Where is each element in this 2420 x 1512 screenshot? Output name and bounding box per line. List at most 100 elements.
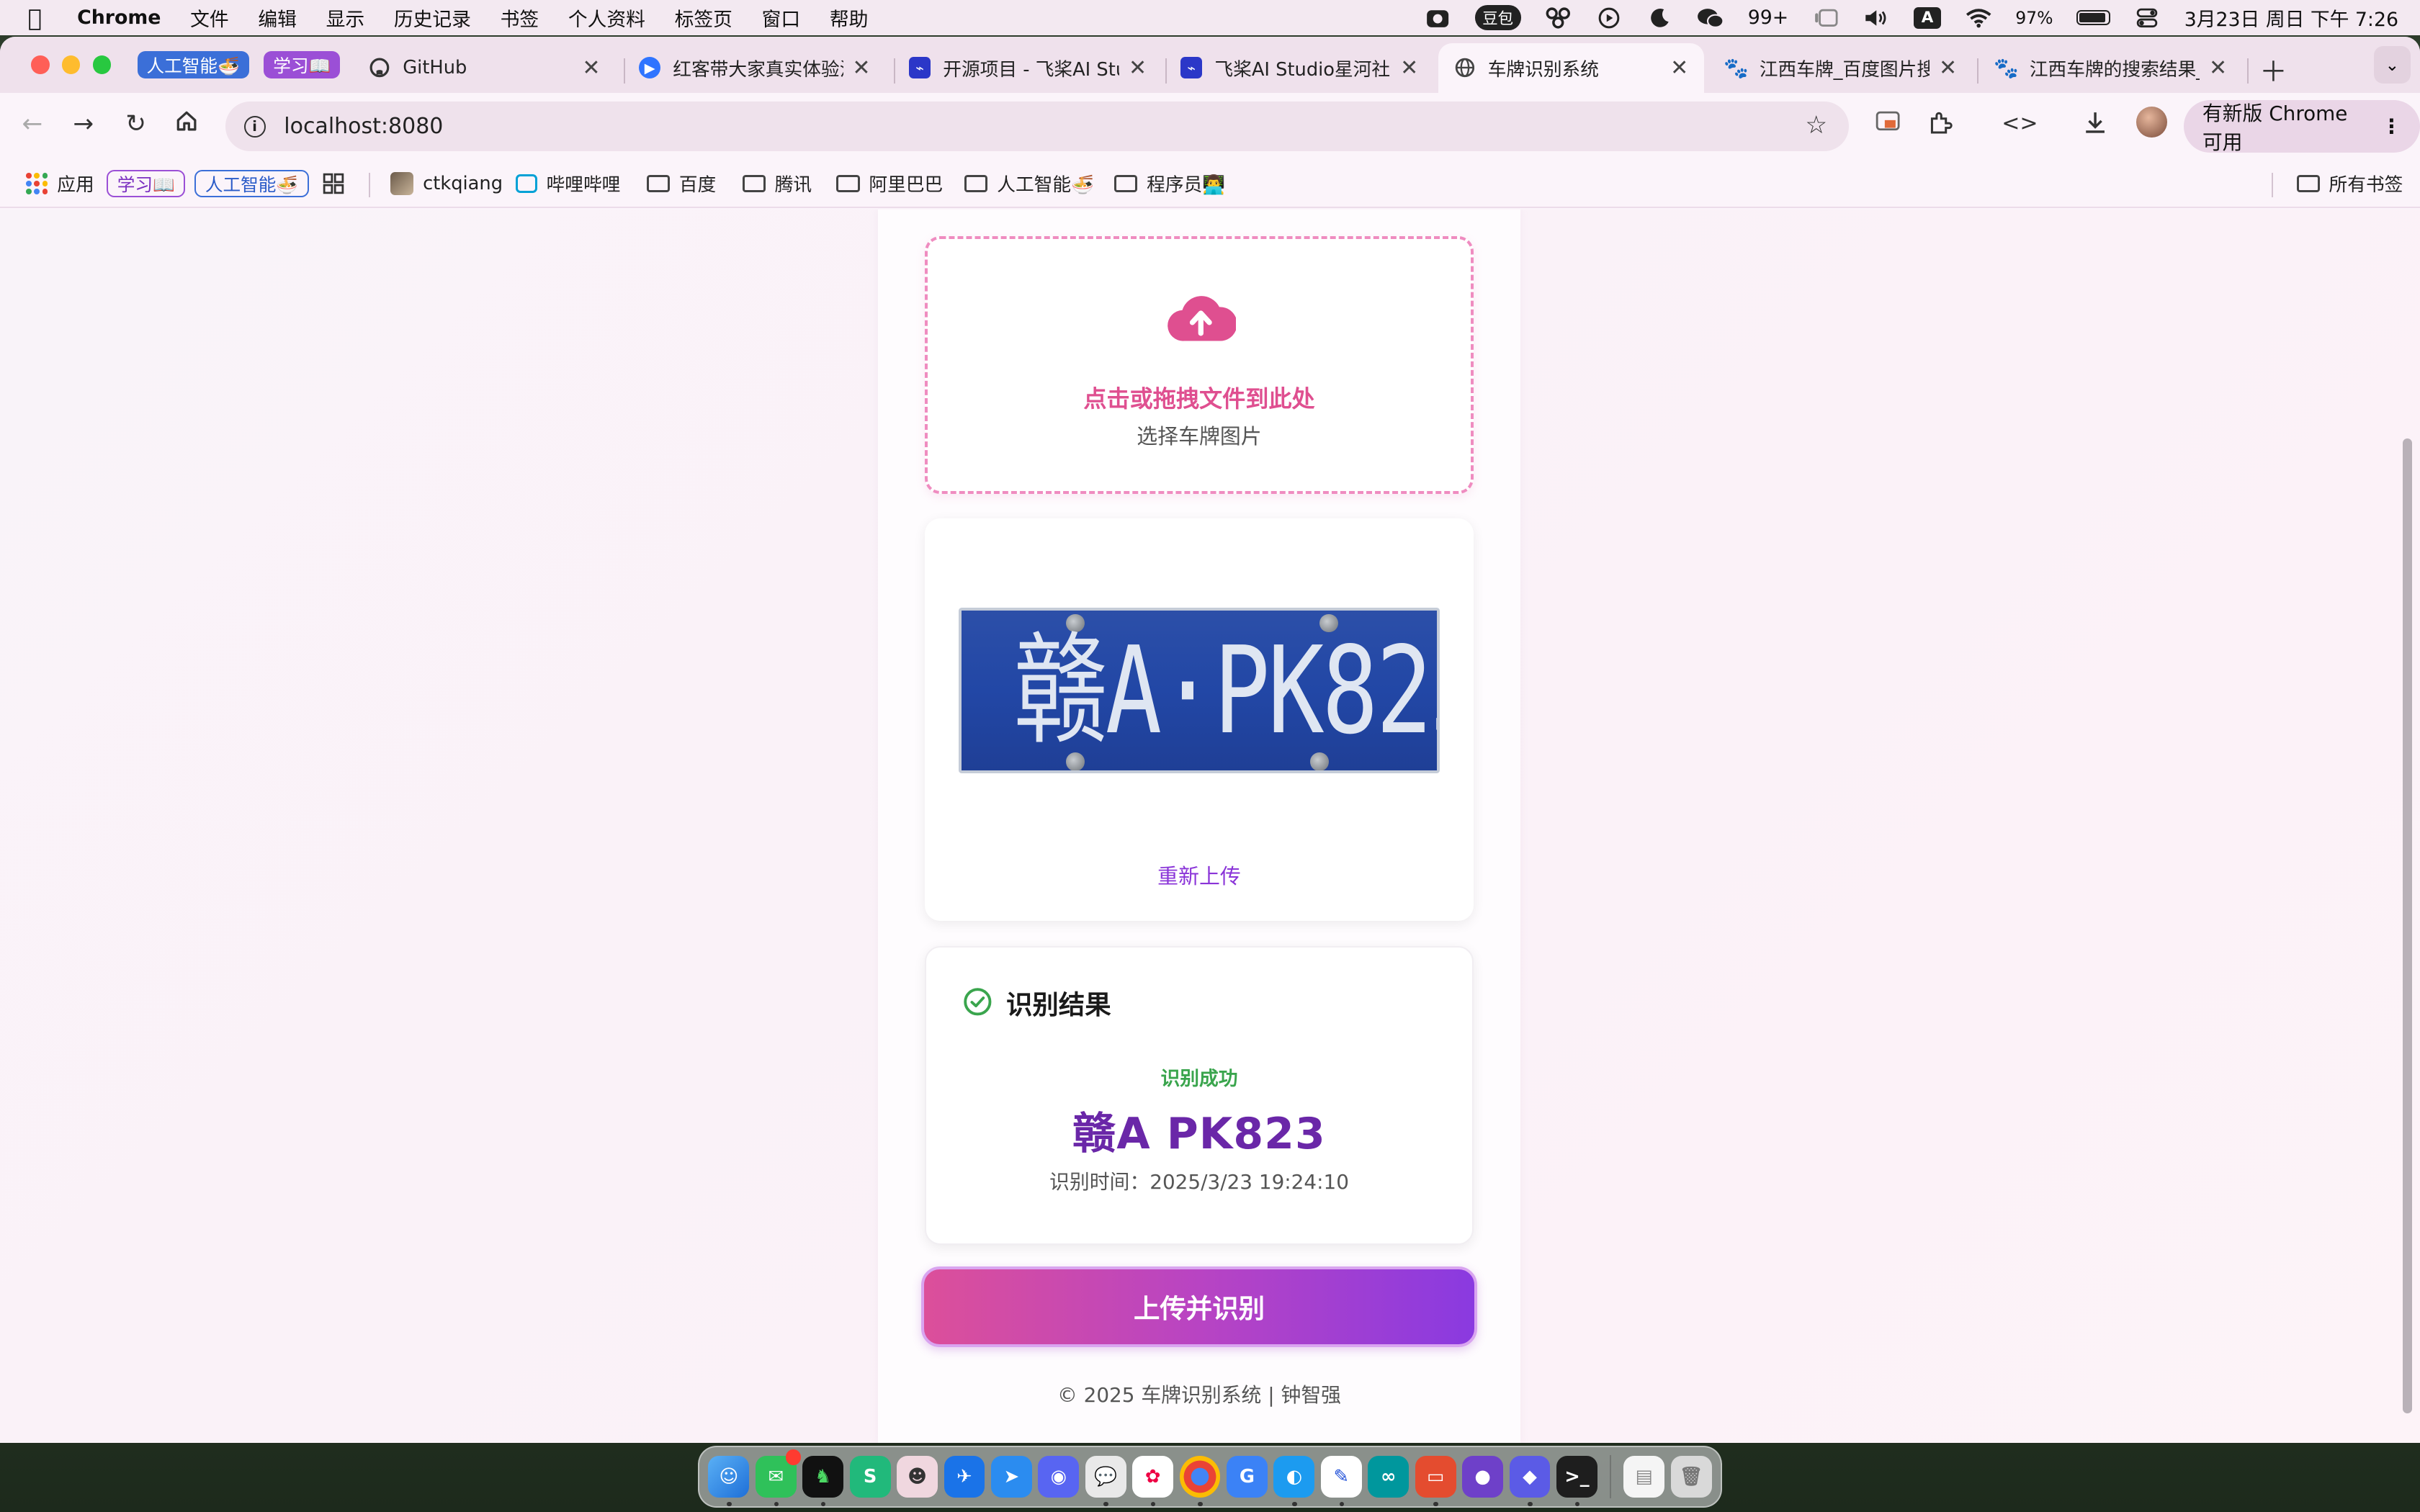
document-icon[interactable]: ▤ [1623, 1455, 1665, 1498]
more-menu-icon[interactable]: ⋮ [2381, 114, 2401, 138]
bookmark-group-study[interactable]: 学习📖 [106, 169, 186, 198]
tab-baidu-search[interactable]: 🐾 江西车牌的搜索结果_百 ✕ [1980, 43, 2242, 93]
app-s-icon[interactable]: S [849, 1455, 891, 1498]
bookmark-all[interactable]: 所有书签 [2296, 168, 2403, 199]
tab-plate-system[interactable]: 车牌识别系统 ✕ [1438, 42, 1704, 93]
address-bar[interactable]: i localhost:8080 ☆ [225, 102, 1850, 151]
menu-profiles[interactable]: 个人资料 [568, 4, 645, 32]
bookmark-apps[interactable]: 应用 [26, 168, 94, 199]
menu-tabs[interactable]: 标签页 [675, 4, 732, 32]
finder-icon[interactable]: ☺ [708, 1455, 750, 1507]
upload-dropzone[interactable]: 点击或拖拽文件到此处 选择车牌图片 [924, 235, 1474, 494]
writer-app-icon[interactable]: ✎ [1320, 1455, 1362, 1507]
wifi-icon[interactable] [1964, 7, 1992, 29]
tab-groups-grid-icon[interactable] [323, 168, 344, 199]
bookmark-folder-tencent[interactable]: 腾讯 [742, 168, 812, 199]
moon-icon[interactable] [1646, 7, 1674, 29]
upload-title: 点击或拖拽文件到此处 [1083, 384, 1315, 413]
github-desktop-icon[interactable]: ● [1462, 1455, 1504, 1498]
arduino-icon[interactable]: ∞ [1368, 1455, 1410, 1498]
g-app-icon[interactable]: G [1227, 1455, 1268, 1498]
bookmark-folder-programmer[interactable]: 程序员👨‍💻 [1114, 168, 1225, 199]
forward-arrow-icon[interactable]: → [66, 109, 100, 138]
profile-avatar[interactable] [2136, 106, 2167, 138]
menu-window[interactable]: 窗口 [762, 4, 801, 32]
home-icon[interactable] [170, 109, 204, 139]
tab-baidu-images[interactable]: 🐾 江西车牌_百度图片搜索 ✕ [1710, 43, 1972, 93]
red-app-icon[interactable]: ▭ [1415, 1455, 1456, 1507]
chrome-icon[interactable] [1179, 1455, 1221, 1507]
menu-history[interactable]: 历史记录 [394, 4, 471, 32]
bookmark-folder-ai[interactable]: 人工智能🍜 [964, 168, 1094, 199]
page-scrollbar[interactable] [2403, 438, 2413, 1413]
discord-icon[interactable]: ◉ [1038, 1455, 1080, 1498]
close-tab-icon[interactable]: ✕ [582, 55, 600, 81]
close-tab-icon[interactable]: ✕ [1670, 55, 1688, 81]
upload-recognize-button[interactable]: 上传并识别 [921, 1266, 1477, 1347]
close-tab-icon[interactable]: ✕ [852, 55, 870, 81]
play-icon[interactable] [1595, 7, 1623, 29]
purple-app-icon[interactable]: ◆ [1509, 1455, 1551, 1507]
tab-paddle-community[interactable]: ⌁ 飞桨AI Studio星河社区 ✕ [1165, 43, 1434, 93]
minimize-window-button[interactable] [61, 55, 81, 74]
recognition-time: 识别时间：2025/3/23 19:24:10 [1049, 1169, 1349, 1194]
close-tab-icon[interactable]: ✕ [1939, 55, 1957, 81]
folder-icon [1114, 175, 1138, 192]
close-tab-icon[interactable]: ✕ [1129, 55, 1147, 81]
site-info-icon[interactable]: i [243, 115, 266, 138]
download-icon[interactable] [2084, 111, 2107, 140]
control-center-icon[interactable] [2133, 7, 2161, 29]
close-tab-icon[interactable]: ✕ [1400, 55, 1418, 81]
menu-edit[interactable]: 编辑 [258, 4, 297, 32]
trash-icon[interactable]: 🗑 [1670, 1455, 1712, 1498]
tab-paddle-open[interactable]: ⌁ 开源项目 - 飞桨AI Stu ✕ [894, 43, 1162, 93]
terminal-green-icon[interactable]: ♞ [802, 1455, 844, 1507]
connect-icon[interactable] [1544, 7, 1572, 29]
apple-icon[interactable]:  [28, 4, 59, 32]
tab-video[interactable]: ▶ 红客带大家真实体验洪 ✕ [624, 43, 886, 93]
tab-group-ai[interactable]: 人工智能🍜 [137, 50, 249, 79]
chrome-update-button[interactable]: 有新版 Chrome 可用 ⋮ [2184, 100, 2420, 154]
bookmark-folder-baidu[interactable]: 百度 [646, 168, 716, 199]
chat-bubble-icon[interactable]: 💬 [1085, 1455, 1126, 1507]
avatar-app-icon[interactable]: ☻ [897, 1455, 938, 1498]
devtools-code-icon[interactable]: <> [2002, 111, 2038, 136]
cast-icon[interactable] [1876, 111, 1900, 138]
doubao-status[interactable]: 豆包 [1474, 5, 1521, 31]
new-tab-button[interactable]: ＋ [2259, 50, 2287, 90]
battery-icon[interactable] [2076, 9, 2110, 26]
wechat-dock-icon[interactable]: ✉ [755, 1449, 802, 1507]
close-tab-icon[interactable]: ✕ [2209, 55, 2227, 81]
menu-app-name[interactable]: Chrome [77, 6, 161, 29]
menubar-clock[interactable]: 3月23日 周日 下午 7:26 [2184, 4, 2398, 32]
zoom-window-button[interactable] [92, 55, 112, 74]
input-method-indicator[interactable]: A [1913, 6, 1942, 29]
back-arrow-icon[interactable]: ← [15, 109, 49, 138]
bookmark-label: 程序员👨‍💻 [1147, 174, 1226, 197]
reload-icon[interactable]: ↻ [119, 109, 153, 138]
menu-bookmarks[interactable]: 书签 [501, 4, 539, 32]
bookmark-ctkqiang[interactable]: ctkqiang [390, 168, 503, 199]
bookmark-folder-alibaba[interactable]: 阿里巴巴 [836, 168, 943, 199]
tab-search-chevron-icon[interactable]: ⌄ [2373, 46, 2411, 84]
camera-status-icon[interactable] [1424, 7, 1452, 29]
edge-icon[interactable]: ◐ [1273, 1455, 1315, 1507]
stage-manager-icon[interactable] [1811, 7, 1839, 29]
tab-github[interactable]: GitHub ✕ [354, 43, 616, 93]
wechat-icon[interactable] [1697, 7, 1725, 29]
feishu-icon[interactable]: ✈ [944, 1455, 985, 1498]
extensions-icon[interactable] [1927, 111, 1953, 141]
bookmark-bilibili[interactable]: 哔哩哔哩 [515, 168, 620, 199]
volume-icon[interactable] [1863, 7, 1891, 29]
menu-help[interactable]: 帮助 [830, 4, 869, 32]
menu-view[interactable]: 显示 [326, 4, 365, 32]
close-window-button[interactable] [30, 55, 50, 74]
bookmark-group-ai[interactable]: 人工智能🍜 [194, 169, 309, 198]
bookmark-star-icon[interactable]: ☆ [1805, 111, 1827, 140]
terminal-icon[interactable]: >_ [1556, 1455, 1597, 1507]
tab-group-study[interactable]: 学习📖 [264, 50, 341, 79]
send-app-icon[interactable]: ➤ [990, 1455, 1032, 1498]
cluster-app-icon[interactable]: ✿ [1132, 1455, 1174, 1507]
reupload-link[interactable]: 重新上传 [925, 860, 1474, 890]
menu-file[interactable]: 文件 [190, 4, 229, 32]
